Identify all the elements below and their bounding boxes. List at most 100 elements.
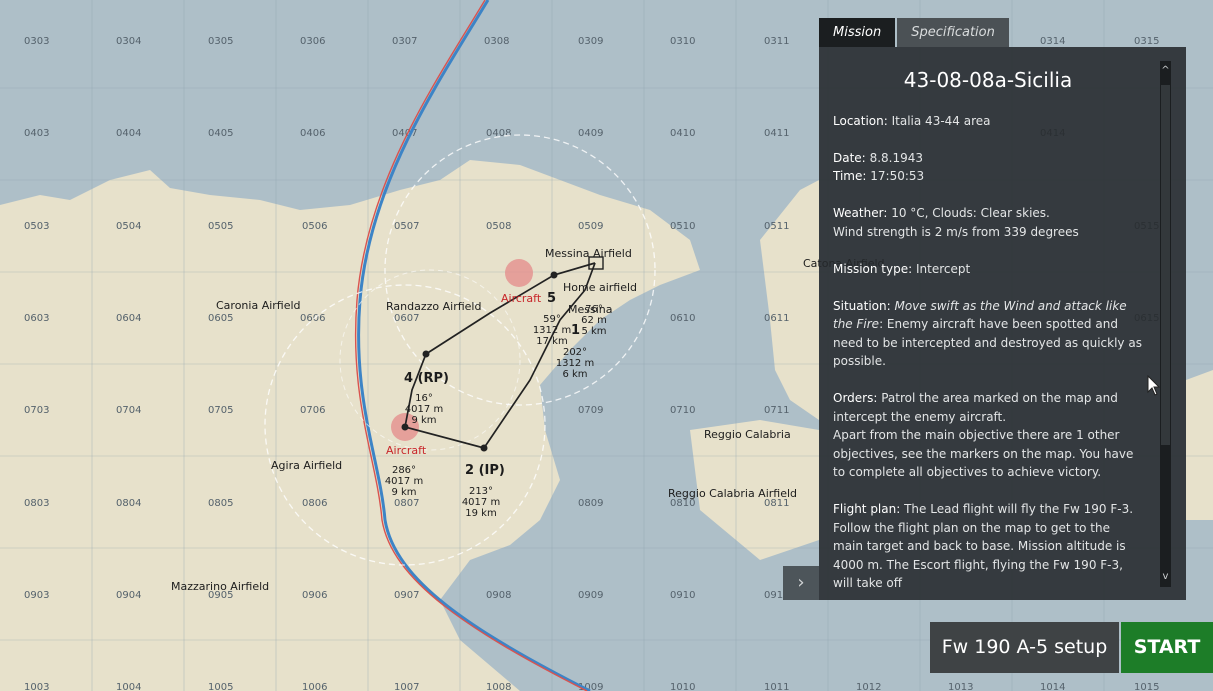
briefing-tabs: Mission Specification	[819, 18, 1009, 47]
place-home-airfield: Home airfield	[563, 281, 637, 294]
waypoint-3[interactable]	[401, 423, 409, 431]
grid-label: 1011	[764, 682, 789, 691]
leg-heading: 76°	[585, 304, 603, 315]
waypoint-2[interactable]	[480, 444, 488, 452]
grid-label: 1012	[856, 682, 881, 691]
waypoint-5[interactable]	[550, 271, 558, 279]
grid-label: 0807	[394, 498, 419, 509]
time-value: 17:50:53	[870, 169, 925, 183]
time-label: Time:	[833, 169, 867, 183]
leg-heading: 202°	[563, 347, 587, 358]
grid-label: 0409	[578, 128, 603, 139]
briefing-panel: 43-08-08a-Sicilia Location: Italia 43-44…	[819, 47, 1186, 600]
mission-title: 43-08-08a-Sicilia	[903, 68, 1073, 92]
grid-label: 0511	[764, 221, 789, 232]
grid-label: 0307	[392, 36, 417, 47]
leg-distance: 5 km	[581, 326, 606, 337]
grid-label: 0606	[300, 313, 325, 324]
grid-label: 0805	[208, 498, 233, 509]
waypoint-label: 4 (RP)	[404, 371, 449, 386]
enemy-aircraft-marker[interactable]	[505, 259, 533, 287]
leg-heading: 213°	[469, 486, 493, 497]
grid-label: 0505	[208, 221, 233, 232]
grid-label: 0315	[1134, 36, 1159, 47]
grid-label: 1007	[394, 682, 419, 691]
grid-label: 091	[764, 590, 783, 601]
tab-mission[interactable]: Mission	[819, 18, 896, 47]
place-caronia-airfield: Caronia Airfield	[216, 299, 301, 312]
grid-label: 0411	[764, 128, 789, 139]
grid-label: 1014	[1040, 682, 1065, 691]
grid-label: 1005	[208, 682, 233, 691]
grid-label: 0308	[484, 36, 509, 47]
place-mazzarino-airfield: Mazzarino Airfield	[171, 580, 269, 593]
grid-label: 0910	[670, 590, 695, 601]
leg-altitude: 62 m	[581, 315, 607, 326]
briefing-scrollbar[interactable]: ^ v	[1160, 61, 1171, 587]
aircraft-label: Aircraft	[501, 292, 542, 305]
leg-distance: 9 km	[391, 487, 416, 498]
flight-plan-label: Flight plan:	[833, 502, 901, 516]
wind-value: Wind strength is 2 m/s from 339 degrees	[833, 224, 1079, 239]
grid-label: 0309	[578, 36, 603, 47]
place-reggio-calabria-airfield: Reggio Calabria Airfield	[668, 487, 797, 500]
grid-label: 0305	[208, 36, 233, 47]
grid-label: 0903	[24, 590, 49, 601]
waypoint-label: 2 (IP)	[465, 463, 505, 478]
leg-heading: 59°	[543, 314, 561, 325]
situation-label: Situation:	[833, 298, 891, 313]
leg-distance: 6 km	[562, 369, 587, 380]
grid-label: 0803	[24, 498, 49, 509]
location-label: Location:	[833, 113, 888, 128]
grid-label: 0909	[578, 590, 603, 601]
place-reggio-calabria: Reggio Calabria	[704, 428, 791, 441]
grid-label: 0508	[486, 221, 511, 232]
expand-panel-button[interactable]: ›	[783, 566, 819, 600]
grid-label: 0408	[486, 128, 511, 139]
scrollbar-thumb[interactable]	[1161, 85, 1170, 445]
grid-label: 0406	[300, 128, 325, 139]
grid-label: 1015	[1134, 682, 1159, 691]
aircraft-setup-button[interactable]: Fw 190 A-5 setup	[930, 622, 1119, 673]
weather-label: Weather:	[833, 206, 888, 220]
grid-label: 0509	[578, 221, 603, 232]
grid-label: 0806	[302, 498, 327, 509]
grid-label: 0804	[116, 498, 141, 509]
grid-label: 0604	[116, 313, 141, 324]
briefing-content[interactable]: 43-08-08a-Sicilia Location: Italia 43-44…	[833, 61, 1143, 591]
situation-text: : Enemy aircraft have been spotted and n…	[833, 317, 1142, 368]
mission-type-label: Mission type:	[833, 261, 913, 276]
place-agira-airfield: Agira Airfield	[271, 459, 342, 472]
leg-heading: 16°	[415, 393, 433, 404]
waypoint-4[interactable]	[422, 350, 430, 358]
grid-label: 0605	[208, 313, 233, 324]
grid-label: 0507	[394, 221, 419, 232]
mouse-cursor-icon	[1147, 375, 1161, 396]
grid-label: 0711	[764, 405, 789, 416]
tab-specification[interactable]: Specification	[897, 18, 1009, 47]
grid-label: 0610	[670, 313, 695, 324]
grid-label: 0709	[578, 405, 603, 416]
grid-label: 0403	[24, 128, 49, 139]
grid-label: 1013	[948, 682, 973, 691]
grid-label: 0704	[116, 405, 141, 416]
grid-label: 0506	[302, 221, 327, 232]
grid-label: 0404	[116, 128, 141, 139]
grid-label: 0603	[24, 313, 49, 324]
leg-distance: 17 km	[536, 336, 567, 347]
leg-distance: 9 km	[411, 415, 436, 426]
scroll-up-icon[interactable]: ^	[1160, 61, 1171, 81]
place-messina-airfield: Messina Airfield	[545, 247, 632, 260]
scroll-down-icon[interactable]: v	[1160, 567, 1171, 587]
grid-label: 1003	[24, 682, 49, 691]
waypoint-label: 1	[571, 323, 580, 338]
location-value: Italia 43-44 area	[891, 113, 991, 128]
grid-label: 0504	[116, 221, 141, 232]
leg-altitude: 4017 m	[385, 476, 423, 487]
start-button[interactable]: START	[1121, 622, 1213, 673]
grid-label: 0907	[394, 590, 419, 601]
orders-label: Orders:	[833, 391, 878, 405]
grid-label: 0314	[1040, 36, 1065, 47]
place-randazzo-airfield: Randazzo Airfield	[386, 300, 481, 313]
grid-label: 0304	[116, 36, 141, 47]
